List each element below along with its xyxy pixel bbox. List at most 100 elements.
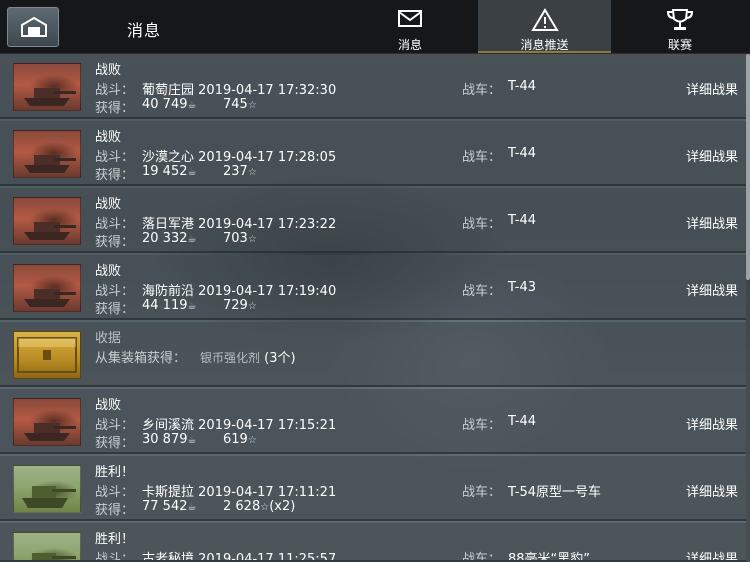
tank-label: 战车：: [462, 150, 502, 165]
receipt-item: 银币强化剂 (3个): [200, 347, 296, 366]
page-title: 消息: [127, 21, 162, 40]
battle-datetime: 2019-04-17 17:32:30: [198, 83, 337, 98]
earned-line: 获得： 44 119☕ 729☆: [95, 298, 257, 317]
list-item[interactable]: 战败 战斗： 葡萄庄园 2019-04-17 17:32:30 获得： 40 7…: [0, 54, 746, 119]
detail-results-link[interactable]: 详细战果: [686, 414, 738, 433]
earned-line: 获得： 40 749☕ 745☆: [95, 97, 257, 116]
earned-label: 获得：: [95, 101, 135, 116]
map-and-time: 海防前沿 2019-04-17 17:19:40: [142, 280, 336, 299]
exp-value: 2 628☆(x2): [223, 499, 296, 514]
credits-icon: ☕: [187, 435, 197, 446]
exp-star-icon: ☆: [247, 301, 257, 312]
earned-label: 获得：: [95, 436, 135, 451]
map-name: 乡间溪流: [142, 418, 195, 433]
earned-label: 获得：: [95, 503, 135, 518]
crate-icon: [17, 337, 77, 373]
tank-name: T-43: [508, 280, 536, 295]
tab-messages-label: 消息: [397, 38, 422, 52]
credits-icon: ☕: [187, 234, 197, 245]
tab-league[interactable]: 联赛: [635, 0, 725, 53]
map-name: 卡斯提拉: [142, 485, 195, 500]
victory-thumbnail: [13, 532, 81, 560]
exp-star-icon: ☆: [247, 167, 257, 178]
result-label: 战败: [95, 264, 122, 279]
trophy-icon: [666, 9, 694, 30]
scrollbar-thumb[interactable]: [746, 54, 750, 280]
battle-line: 战斗： 卡斯提拉 2019-04-17 17:11:21: [95, 481, 336, 500]
map-and-time: 古老秘境 2019-04-17 11:25:57: [142, 548, 337, 562]
detail-results-link[interactable]: 详细战果: [686, 146, 738, 165]
credits-value: 44 119☕: [142, 298, 197, 313]
result-label: 战败: [95, 63, 122, 78]
top-bar: 消息 消息 消息推送 联赛: [0, 0, 750, 54]
tank-icon: [24, 88, 76, 106]
map-and-time: 葡萄庄园 2019-04-17 17:32:30: [142, 79, 336, 98]
map-name: 古老秘境: [142, 552, 195, 562]
list-item[interactable]: 战败 战斗： 落日军港 2019-04-17 17:23:22 获得： 20 3…: [0, 188, 746, 253]
map-name: 沙漠之心: [142, 150, 195, 165]
earned-line: 获得： 19 452☕ 237☆: [95, 164, 257, 183]
earned-line: 获得： 20 332☕ 703☆: [95, 231, 257, 250]
battle-line: 战斗： 沙漠之心 2019-04-17 17:28:05: [95, 146, 336, 165]
battle-datetime: 2019-04-17 17:19:40: [198, 284, 337, 299]
tab-messages[interactable]: 消息: [365, 0, 455, 53]
exp-star-icon: ☆: [247, 234, 257, 245]
map-and-time: 乡间溪流 2019-04-17 17:15:21: [142, 414, 336, 433]
receipt-line: 从集装箱获得： 银币强化剂 (3个): [95, 347, 296, 366]
earned-line: 获得： 30 879☕ 619☆: [95, 432, 257, 451]
list-item[interactable]: 胜利！ 战斗： 古老秘境 2019-04-17 11:25:57 战车： 88毫…: [0, 523, 746, 562]
exp-value: 745☆: [223, 97, 257, 112]
credits-icon: ☕: [187, 502, 197, 513]
exp-value: 729☆: [223, 298, 257, 313]
battle-line: 战斗： 海防前沿 2019-04-17 17:19:40: [95, 280, 336, 299]
map-name: 落日军港: [142, 217, 195, 232]
list-item[interactable]: 战败 战斗： 海防前沿 2019-04-17 17:19:40 获得： 44 1…: [0, 255, 746, 320]
result-label: 战败: [95, 197, 122, 212]
battle-datetime: 2019-04-17 11:25:57: [198, 552, 337, 562]
credits-value: 19 452☕: [142, 164, 197, 179]
home-button[interactable]: [7, 7, 59, 47]
tank-icon: [32, 553, 76, 560]
tank-label: 战车：: [462, 284, 502, 299]
detail-results-link[interactable]: 详细战果: [686, 213, 738, 232]
container-thumbnail: [13, 331, 81, 379]
tank-icon: [24, 289, 76, 307]
result-label: 战败: [95, 130, 122, 145]
detail-results-link[interactable]: 详细战果: [686, 481, 738, 500]
exp-value: 703☆: [223, 231, 257, 246]
garage-icon: [21, 17, 47, 37]
credits-icon: ☕: [187, 100, 197, 111]
battle-line: 战斗： 葡萄庄园 2019-04-17 17:32:30: [95, 79, 336, 98]
exp-star-icon: ☆: [247, 435, 257, 446]
tank-name: T-54原型一号车: [508, 485, 601, 500]
tank-name: 88毫米“黑豹”: [508, 552, 591, 562]
tank-icon: [24, 222, 76, 240]
list-item-receipt[interactable]: 收据 从集装箱获得： 银币强化剂 (3个): [0, 322, 746, 387]
list-item[interactable]: 胜利！ 战斗： 卡斯提拉 2019-04-17 17:11:21 获得： 77 …: [0, 456, 746, 521]
detail-results-link[interactable]: 详细战果: [686, 548, 738, 560]
credits-icon: ☕: [187, 301, 197, 312]
tank-name: T-44: [508, 414, 536, 429]
map-and-time: 沙漠之心 2019-04-17 17:28:05: [142, 146, 336, 165]
tank-icon: [24, 155, 76, 173]
detail-results-link[interactable]: 详细战果: [686, 280, 738, 299]
tab-message-push-label: 消息推送: [520, 38, 569, 52]
scrollbar[interactable]: [746, 54, 750, 562]
battle-label: 战斗：: [95, 83, 135, 98]
receipt-source: 从集装箱获得：: [95, 351, 187, 366]
battle-datetime: 2019-04-17 17:11:21: [198, 485, 337, 500]
tank-label: 战车：: [462, 485, 502, 500]
list-item[interactable]: 战败 战斗： 乡间溪流 2019-04-17 17:15:21 获得： 30 8…: [0, 389, 746, 454]
result-label: 胜利！: [95, 465, 135, 480]
exp-star-icon: ☆: [247, 100, 257, 111]
reward-item-name: 银币强化剂: [200, 351, 261, 365]
earned-label: 获得：: [95, 168, 135, 183]
envelope-icon: [398, 10, 422, 27]
list-item[interactable]: 战败 战斗： 沙漠之心 2019-04-17 17:28:05 获得： 19 4…: [0, 121, 746, 186]
detail-results-link[interactable]: 详细战果: [686, 79, 738, 98]
credits-value: 40 749☕: [142, 97, 197, 112]
tank-name: T-44: [508, 213, 536, 228]
battle-label: 战斗：: [95, 485, 135, 500]
victory-thumbnail: [13, 465, 81, 513]
tab-message-push[interactable]: 消息推送: [478, 0, 611, 53]
